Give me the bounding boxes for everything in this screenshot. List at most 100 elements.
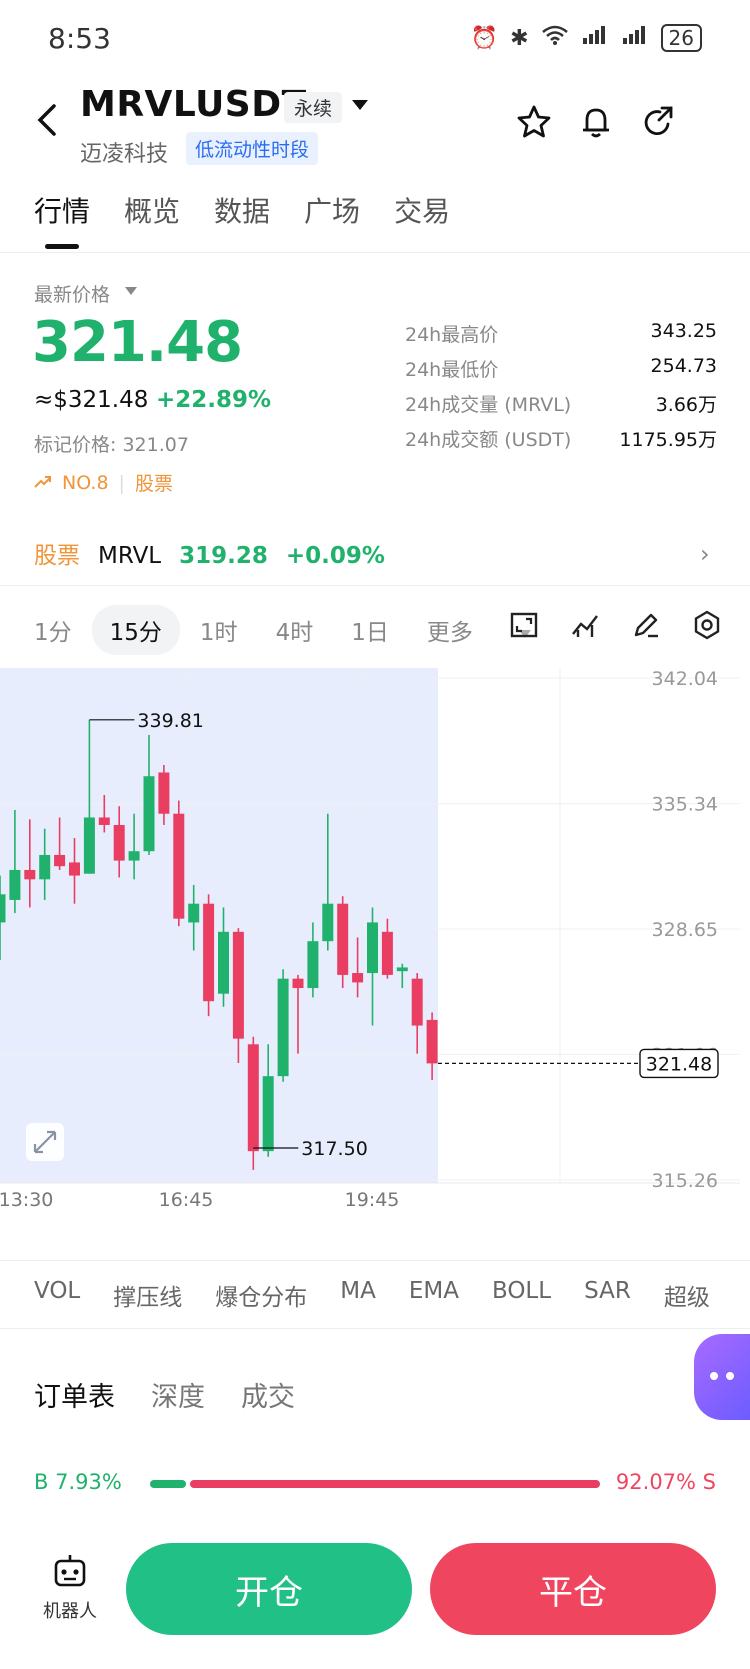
star-icon[interactable] xyxy=(516,104,552,140)
indicator-ma[interactable]: MA xyxy=(340,1278,376,1312)
draw-pen-icon[interactable] xyxy=(631,610,661,640)
indicator-super[interactable]: 超级 xyxy=(664,1278,710,1312)
tab-trades[interactable]: 成交 xyxy=(241,1375,295,1414)
indicator-icon[interactable] xyxy=(570,610,600,640)
rank-separator: | xyxy=(118,471,125,494)
tab-data[interactable]: 数据 xyxy=(214,190,270,230)
tab-orderbook[interactable]: 订单表 xyxy=(34,1375,115,1414)
indicator-ema[interactable]: EMA xyxy=(409,1278,459,1312)
interval-4h[interactable]: 4时 xyxy=(276,613,314,647)
candle-body xyxy=(322,903,334,942)
interval-1h[interactable]: 1时 xyxy=(200,613,238,647)
assistant-bot-icon[interactable] xyxy=(694,1334,750,1420)
stat-value: 254.73 xyxy=(650,355,717,377)
rank-category: 股票 xyxy=(134,473,173,495)
indicator-liquidation[interactable]: 爆仓分布 xyxy=(215,1278,307,1312)
candle-body xyxy=(292,978,304,989)
indicator-vol[interactable]: VOL xyxy=(34,1278,80,1312)
candle-body xyxy=(113,824,125,861)
candle-body xyxy=(83,817,95,874)
stat-label: 24h最高价 xyxy=(405,324,499,346)
candle-body xyxy=(98,817,110,825)
interval-more[interactable]: 更多 xyxy=(427,613,569,647)
candle-body xyxy=(39,854,51,880)
candle-body xyxy=(69,862,80,876)
trend-up-icon xyxy=(34,472,52,494)
interval-1d[interactable]: 1日 xyxy=(351,613,389,647)
active-tab-indicator xyxy=(45,244,79,249)
back-button[interactable] xyxy=(32,100,62,140)
price-axis-label: 328.65 xyxy=(652,919,718,941)
usd-price: ≈$321.48 xyxy=(34,387,149,413)
candle-body xyxy=(143,776,155,852)
stock-change: +0.09% xyxy=(285,543,385,569)
sell-ratio-label: 92.07% S xyxy=(615,1470,716,1494)
candle-body xyxy=(396,967,408,972)
indicator-sar[interactable]: SAR xyxy=(584,1278,631,1312)
chart-layout-icon[interactable] xyxy=(509,610,539,640)
symbol-title[interactable]: MRVLUSDT xyxy=(80,84,307,125)
bluetooth-icon: ✱ xyxy=(510,25,529,51)
buy-ratio-label: B 7.93% xyxy=(34,1470,122,1494)
stat-value: 3.66万 xyxy=(655,394,717,416)
time-axis-label: 16:45 xyxy=(159,1189,214,1211)
interval-15m[interactable]: 15分 xyxy=(91,605,180,655)
stock-tag: 股票 xyxy=(34,543,80,569)
candle-body xyxy=(218,931,229,994)
company-name: 迈凌科技 xyxy=(80,142,169,167)
candle-body xyxy=(337,903,349,975)
tab-square[interactable]: 广场 xyxy=(304,190,360,230)
price-axis-label: 342.04 xyxy=(652,668,718,690)
status-time: 8:53 xyxy=(48,22,111,55)
candle-body xyxy=(0,894,6,923)
candle-body xyxy=(262,1076,274,1152)
stat-low: 24h最低价 254.73 xyxy=(405,355,717,382)
candle-body xyxy=(232,931,244,1039)
stat-value: 1175.95万 xyxy=(619,429,717,451)
tab-market[interactable]: 行情 xyxy=(34,190,90,230)
robot-icon xyxy=(40,1552,100,1597)
stock-price: 319.28 xyxy=(179,543,268,569)
stock-reference-row[interactable]: 股票 MRVL 319.28 +0.09% xyxy=(34,536,385,570)
candle-body xyxy=(277,978,289,1077)
kline-chart[interactable]: 339.81317.50342.04335.34328.65321.96315.… xyxy=(0,668,750,1228)
tab-trade[interactable]: 交易 xyxy=(394,190,450,230)
candle-body xyxy=(247,1044,259,1152)
share-icon[interactable] xyxy=(640,104,676,140)
candle-body xyxy=(173,813,185,919)
buy-ratio-bar xyxy=(150,1480,186,1488)
price-type-dropdown-icon[interactable] xyxy=(125,287,137,295)
alarm-icon: ⏰ xyxy=(470,25,499,51)
signal-icon-2 xyxy=(621,24,649,52)
battery-indicator: 26 xyxy=(660,24,702,52)
interval-more-label: 更多 xyxy=(426,620,473,646)
stat-label: 24h最低价 xyxy=(405,359,499,381)
orderbook-tabs: 订单表 深度 成交 xyxy=(34,1375,295,1414)
chart-settings-icon[interactable] xyxy=(692,610,722,640)
chevron-right-icon[interactable]: › xyxy=(700,540,710,568)
last-price-tag: 321.48 xyxy=(646,1053,712,1075)
symbol-dropdown-icon[interactable] xyxy=(352,100,368,110)
candle-body xyxy=(188,903,200,923)
latest-price-label[interactable]: 最新价格 xyxy=(34,280,110,307)
price-axis-label: 315.26 xyxy=(652,1170,718,1192)
kline-svg[interactable]: 339.81317.50342.04335.34328.65321.96315.… xyxy=(0,668,750,1228)
indicator-boll[interactable]: BOLL xyxy=(492,1278,551,1312)
price-change-pct: +22.89% xyxy=(156,387,272,413)
close-position-button[interactable]: 平仓 xyxy=(430,1543,716,1635)
rank-row[interactable]: NO.8 | 股票 xyxy=(34,469,173,496)
divider xyxy=(0,1260,750,1261)
tab-overview[interactable]: 概览 xyxy=(124,190,180,230)
divider xyxy=(0,585,750,586)
tab-depth[interactable]: 深度 xyxy=(151,1375,205,1414)
open-position-button[interactable]: 开仓 xyxy=(126,1543,412,1635)
contract-type-badge[interactable]: 永续 xyxy=(284,92,343,123)
status-bar: 8:53 ⏰ ✱ 26 xyxy=(0,0,750,80)
stat-turnover: 24h成交额 (USDT) 1175.95万 xyxy=(405,425,717,452)
indicator-support-resistance[interactable]: 撑压线 xyxy=(113,1278,182,1312)
robot-entry[interactable]: 机器人 xyxy=(40,1552,100,1623)
bell-icon[interactable] xyxy=(578,104,614,140)
status-icons: ⏰ ✱ 26 xyxy=(471,24,702,52)
interval-1m[interactable]: 1分 xyxy=(34,613,72,647)
candle-body xyxy=(9,869,21,900)
